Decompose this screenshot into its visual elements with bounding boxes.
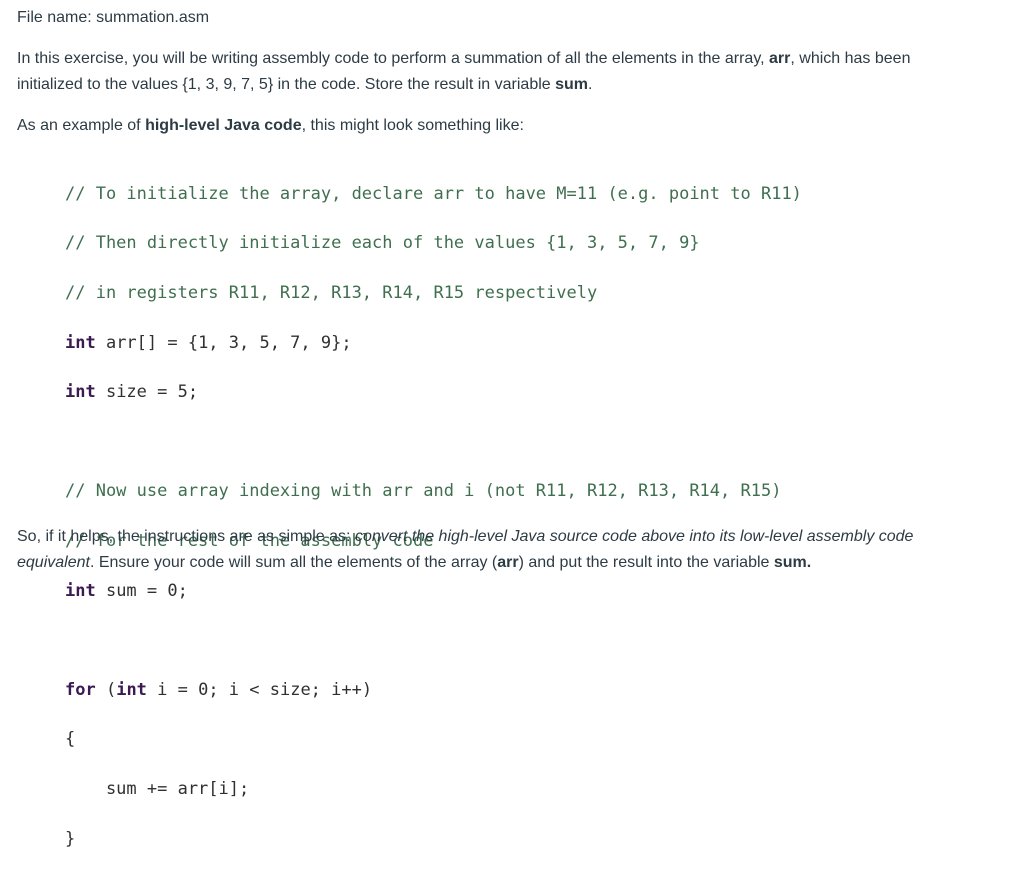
file-name-label: File name: <box>17 9 92 26</box>
example-text: , this might look something like: <box>301 117 524 134</box>
code-line-open-brace: { <box>65 729 76 750</box>
intro-line-2: initialized to the values {1, 3, 9, 7, 5… <box>17 72 592 98</box>
code-text: i = 0; i < size; i++) <box>146 679 373 700</box>
code-text: sum = 0; <box>95 580 188 601</box>
code-line-body: sum += arr[i]; <box>65 778 250 799</box>
example-intro: As an example of high-level Java code, t… <box>17 113 524 139</box>
code-comment: // Then directly initialize each of the … <box>65 233 700 254</box>
keyword: int <box>116 679 147 700</box>
intro-line-1: In this exercise, you will be writing as… <box>17 46 910 72</box>
sum-term: sum. <box>773 554 812 571</box>
code-comment: // in registers R11, R12, R13, R14, R15 … <box>65 282 598 303</box>
instruction-emphasis: equivalent <box>17 554 90 571</box>
code-text: arr[] = {1, 3, 5, 7, 9}; <box>95 332 352 353</box>
arr-term: arr <box>497 554 519 571</box>
code-comment: // To initialize the array, declare arr … <box>65 183 802 204</box>
code-text: ( <box>95 679 117 700</box>
outro-line-1: So, if it helps, the instructions are as… <box>17 524 913 550</box>
code-line-size: int size = 5; <box>65 380 802 405</box>
sum-term: sum <box>555 76 589 93</box>
keyword: for <box>65 679 96 700</box>
intro-text: , which has been <box>790 50 911 67</box>
instruction-emphasis: convert the high-level Java source code … <box>354 528 914 545</box>
example-text: As an example of <box>17 117 146 134</box>
intro-text: . <box>588 76 593 93</box>
keyword: int <box>65 332 96 353</box>
code-line-close-brace: } <box>65 828 76 849</box>
java-code-block: // To initialize the array, declare arr … <box>65 157 802 876</box>
code-line-sum: int sum = 0; <box>65 579 802 604</box>
outro-text: . Ensure your code will sum all the elem… <box>89 554 498 571</box>
outro-text: ) and put the result into the variable <box>518 554 774 571</box>
arr-term: arr <box>769 50 791 67</box>
outro-text: So, if it helps, the instructions are as… <box>17 528 355 545</box>
java-code-term: high-level Java code <box>145 117 302 134</box>
keyword: int <box>65 382 96 403</box>
intro-text: initialized to the values {1, 3, 9, 7, 5… <box>17 76 556 93</box>
outro-line-2: equivalent. Ensure your code will sum al… <box>17 550 811 576</box>
file-name-value: summation.asm <box>96 9 210 26</box>
code-text: size = 5; <box>95 382 199 403</box>
code-comment: // Now use array indexing with arr and i… <box>65 481 782 502</box>
code-line-arr: int arr[] = {1, 3, 5, 7, 9}; <box>65 331 802 356</box>
code-line-for: for (int i = 0; i < size; i++) <box>65 678 802 703</box>
file-name-line: File name: summation.asm <box>17 5 209 31</box>
keyword: int <box>65 580 96 601</box>
intro-text: In this exercise, you will be writing as… <box>17 50 770 67</box>
